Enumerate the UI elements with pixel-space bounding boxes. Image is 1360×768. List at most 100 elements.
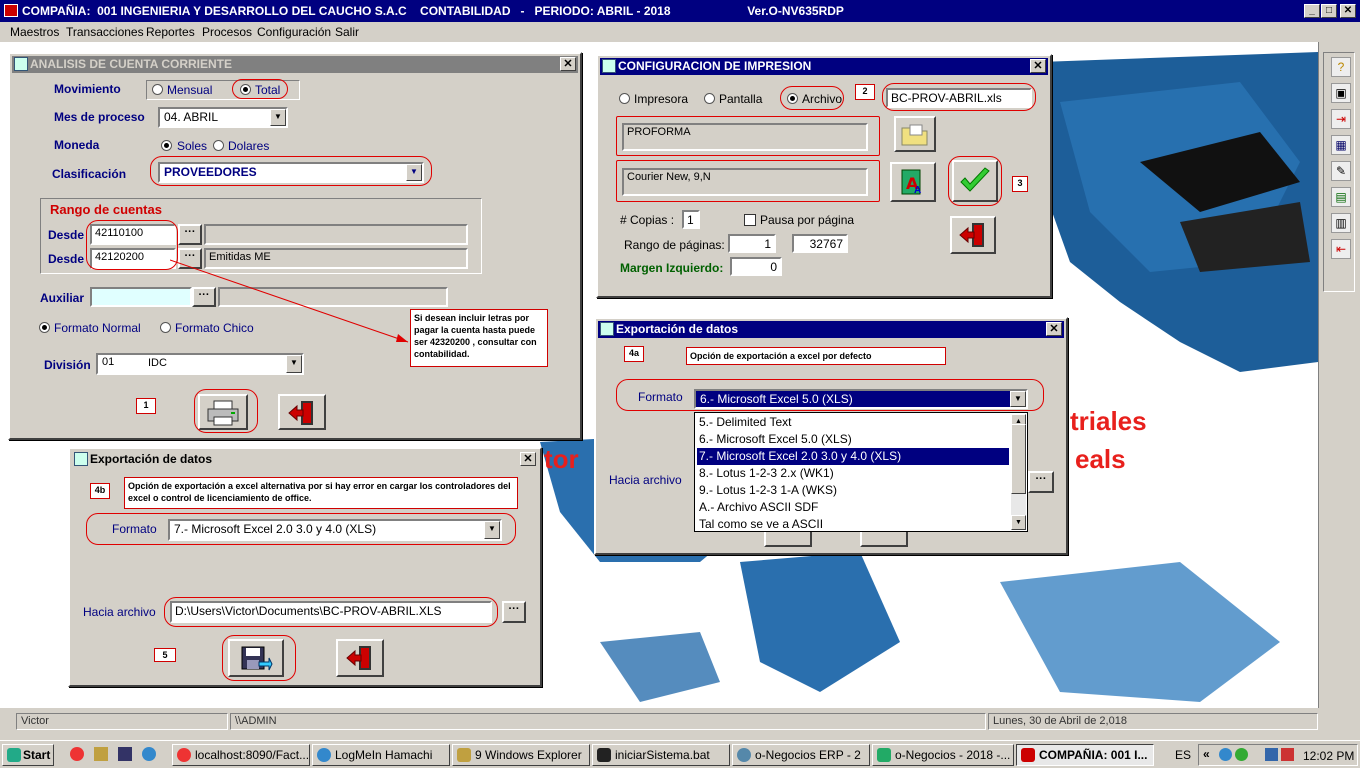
formato-normal-radio[interactable] xyxy=(39,322,50,333)
rango-paginas-label: Rango de páginas: xyxy=(624,238,725,252)
task-explorer[interactable]: 9 Windows Explorer xyxy=(452,744,590,766)
export-b-save-button[interactable] xyxy=(228,639,284,677)
scroll-down-icon[interactable]: ▼ xyxy=(1011,515,1026,530)
archivo-input[interactable]: BC-PROV-ABRIL.xls xyxy=(886,88,1032,108)
bg-text-4: eals xyxy=(1075,444,1126,474)
dolares-radio[interactable] xyxy=(213,140,224,151)
rango-desde-input[interactable]: 1 xyxy=(728,234,776,253)
chevron-down-icon[interactable]: ▼ xyxy=(1010,391,1026,407)
menu-salir[interactable]: Salir xyxy=(335,25,359,39)
window-icon xyxy=(14,57,28,71)
rango-label: Rango de cuentas xyxy=(50,202,162,217)
export-b-formato-select[interactable]: 7.- Microsoft Excel 2.0 3.0 y 4.0 (XLS) … xyxy=(168,519,502,541)
task-compania[interactable]: COMPAÑIA: 001 I... xyxy=(1016,744,1154,766)
mes-select[interactable]: 04. ABRIL ▼ xyxy=(158,107,288,128)
formato-option[interactable]: 6.- Microsoft Excel 5.0 (XLS) xyxy=(697,431,1009,448)
tray-network-icon[interactable] xyxy=(1265,748,1278,761)
start-button[interactable]: Start xyxy=(2,744,54,766)
menu-reportes[interactable]: Reportes xyxy=(146,25,195,39)
chart-icon[interactable]: ▥ xyxy=(1331,213,1351,233)
task-chrome[interactable]: localhost:8090/Fact... xyxy=(172,744,310,766)
formato-option-selected[interactable]: 7.- Microsoft Excel 2.0 3.0 y 4.0 (XLS) xyxy=(697,448,1009,465)
config-exit-button[interactable] xyxy=(950,216,996,254)
close-icon[interactable]: ✕ xyxy=(520,452,536,466)
task-bat[interactable]: iniciarSistema.bat xyxy=(592,744,730,766)
table-icon[interactable]: ▦ xyxy=(1331,135,1351,155)
copias-input[interactable]: 1 xyxy=(682,210,700,229)
export-a-formato-dropdown[interactable]: 5.- Delimited Text 6.- Microsoft Excel 5… xyxy=(694,412,1028,532)
export-a-browse-button[interactable]: ··· xyxy=(1028,471,1054,493)
maximize-button[interactable]: □ xyxy=(1321,4,1337,18)
tray-sync-icon[interactable] xyxy=(1235,748,1248,761)
impresora-label: Impresora xyxy=(634,92,689,106)
export-a-formato-select[interactable]: 6.- Microsoft Excel 5.0 (XLS) ▼ xyxy=(694,389,1028,409)
menu-maestros[interactable]: Maestros xyxy=(10,25,59,39)
close-app-button[interactable]: ✕ xyxy=(1340,4,1356,18)
task-erp[interactable]: o-Negocios ERP - 2 xyxy=(732,744,870,766)
tray-flag-icon[interactable] xyxy=(1281,748,1294,761)
export-a-formato-value: 6.- Microsoft Excel 5.0 (XLS) xyxy=(700,392,853,406)
export-b-hacia-input[interactable]: D:\Users\Victor\Documents\BC-PROV-ABRIL.… xyxy=(170,601,492,623)
rango-hasta-input[interactable]: 32767 xyxy=(792,234,848,253)
ie-icon[interactable] xyxy=(142,747,156,761)
tray-expand-icon[interactable]: « xyxy=(1203,747,1210,761)
help-icon[interactable]: ? xyxy=(1331,57,1351,77)
chrome-icon[interactable] xyxy=(70,747,84,761)
clasificacion-select[interactable]: PROVEEDORES ▼ xyxy=(158,162,424,183)
export-b-note: Opción de exportación a excel alternativ… xyxy=(124,477,518,509)
chevron-down-icon[interactable]: ▼ xyxy=(484,521,500,539)
scroll-thumb[interactable] xyxy=(1011,424,1026,494)
task-onegocios[interactable]: o-Negocios - 2018 -... xyxy=(872,744,1014,766)
menu-configuracion[interactable]: Configuración xyxy=(257,25,331,39)
export-b-browse-button[interactable]: ··· xyxy=(502,601,526,623)
close-icon[interactable]: ✕ xyxy=(560,57,576,71)
tray-hamachi-icon[interactable] xyxy=(1219,748,1232,761)
pantalla-radio[interactable] xyxy=(704,93,715,104)
formato-option[interactable]: A.- Archivo ASCII SDF xyxy=(697,499,1009,516)
open-folder-button[interactable] xyxy=(894,116,936,152)
hamachi-icon xyxy=(317,748,331,762)
calculator-icon[interactable]: ▤ xyxy=(1331,187,1351,207)
desde-1-lookup-button[interactable]: ··· xyxy=(178,224,202,245)
desde-2-input[interactable]: 42120200 xyxy=(90,248,176,269)
minimize-button[interactable]: _ xyxy=(1304,4,1320,18)
task-hamachi[interactable]: LogMeIn Hamachi xyxy=(312,744,450,766)
clock[interactable]: 12:02 PM xyxy=(1303,749,1354,763)
exit-icon[interactable]: ⇤ xyxy=(1331,239,1351,259)
formato-option[interactable]: 5.- Delimited Text xyxy=(697,414,1009,431)
impresora-radio[interactable] xyxy=(619,93,630,104)
archivo-radio[interactable] xyxy=(787,93,798,104)
formato-normal-label: Formato Normal xyxy=(54,321,141,335)
menu-procesos[interactable]: Procesos xyxy=(202,25,252,39)
folder-icon[interactable] xyxy=(94,747,108,761)
total-radio[interactable] xyxy=(240,84,251,95)
chevron-down-icon[interactable]: ▼ xyxy=(270,109,286,126)
close-icon[interactable]: ✕ xyxy=(1030,59,1046,73)
monitor-icon[interactable]: ▣ xyxy=(1331,83,1351,103)
pausa-checkbox[interactable] xyxy=(744,214,756,226)
dolares-label: Dolares xyxy=(228,139,270,153)
margen-input[interactable]: 0 xyxy=(730,257,782,276)
export-b-exit-button[interactable] xyxy=(336,639,384,677)
task-label: COMPAÑIA: 001 I... xyxy=(1039,748,1148,762)
app-title-bar: COMPAÑIA: 001 INGENIERIA Y DESARROLLO DE… xyxy=(0,0,1360,22)
monitor-icon[interactable] xyxy=(118,747,132,761)
formato-option[interactable]: 9.- Lotus 1-2-3 1-A (WKS) xyxy=(697,482,1009,499)
accept-button[interactable] xyxy=(952,160,998,202)
import-icon[interactable]: ⇥ xyxy=(1331,109,1351,129)
font-button[interactable]: AA xyxy=(890,162,936,202)
desde-label-2: Desde xyxy=(48,252,85,266)
formato-option[interactable]: Tal como se ve a ASCII xyxy=(697,516,1009,532)
export-a-title: Exportación de datos xyxy=(616,322,739,336)
soles-radio[interactable] xyxy=(161,140,172,151)
chevron-down-icon[interactable]: ▼ xyxy=(406,164,422,181)
close-icon[interactable]: ✕ xyxy=(1046,322,1062,336)
mensual-radio[interactable] xyxy=(152,84,163,95)
export-a-window: Exportación de datos ✕ 4a Opción de expo… xyxy=(594,317,1068,555)
language-indicator[interactable]: ES xyxy=(1175,748,1191,762)
formato-option[interactable]: 8.- Lotus 1-2-3 2.x (WK1) xyxy=(697,465,1009,482)
dropdown-scrollbar[interactable]: ▲ ▼ xyxy=(1011,414,1026,530)
desde-1-input[interactable]: 42110100 xyxy=(90,224,176,245)
edit-icon[interactable]: ✎ xyxy=(1331,161,1351,181)
menu-transacciones[interactable]: Transacciones xyxy=(66,25,144,39)
